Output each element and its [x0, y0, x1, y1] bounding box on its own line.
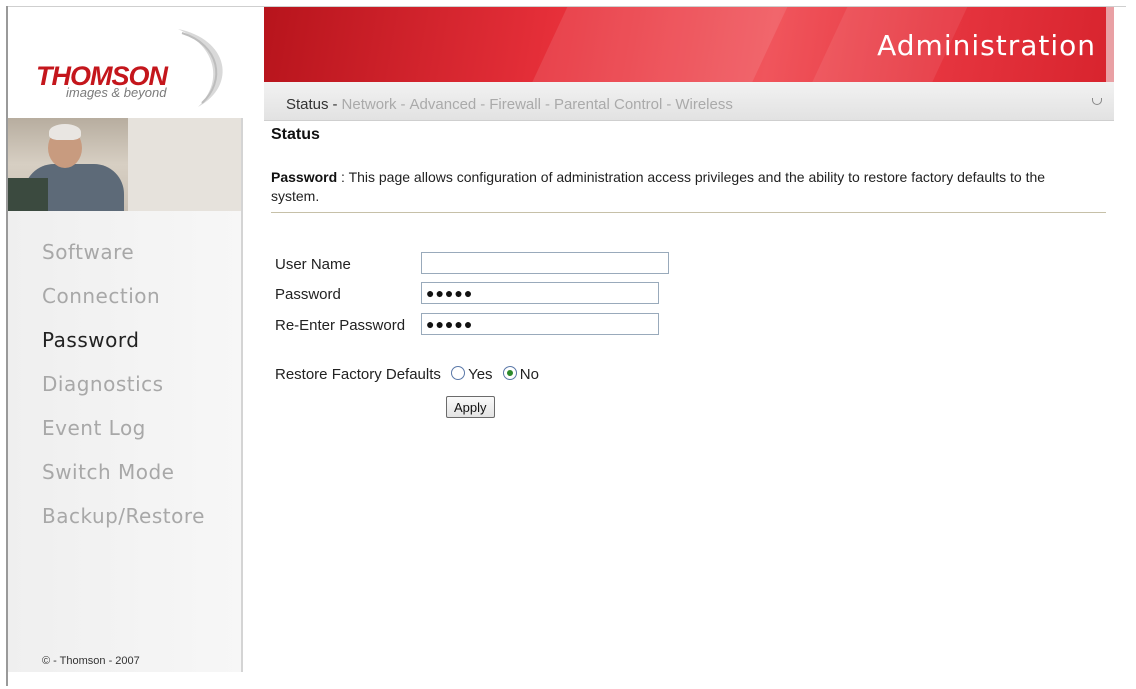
restore-defaults-label: Restore Factory Defaults [275, 366, 441, 383]
sidebar: Software Connection Password Diagnostics… [8, 118, 243, 672]
sidebar-item-connection[interactable]: Connection [42, 284, 205, 328]
tab-parental-control[interactable]: Parental Control [554, 96, 662, 113]
tab-wireless[interactable]: Wireless [675, 96, 733, 113]
sidebar-item-diagnostics[interactable]: Diagnostics [42, 372, 205, 416]
apply-button[interactable]: Apply [446, 396, 495, 418]
username-label: User Name [275, 256, 351, 273]
logo-tagline: images & beyond [66, 85, 167, 100]
restore-defaults-row: Restore Factory Defaults Yes No [275, 366, 539, 383]
tab-network[interactable]: Network [342, 96, 397, 113]
sidebar-menu: Software Connection Password Diagnostics… [42, 240, 205, 548]
copyright-text: © - Thomson - 2007 [42, 655, 140, 667]
sidebar-item-password[interactable]: Password [42, 328, 205, 372]
banner-edge [1106, 7, 1114, 82]
reenter-password-label: Re-Enter Password [275, 317, 406, 334]
header-banner: Administration [264, 7, 1106, 82]
sidebar-item-software[interactable]: Software [42, 240, 205, 284]
top-nav-bar: Status - Network - Advanced - Firewall - Parenta… [264, 82, 1114, 121]
sidebar-photo [8, 118, 241, 211]
thomson-swoosh-icon [178, 29, 223, 107]
sidebar-item-event-log[interactable]: Event Log [42, 416, 205, 460]
nav-separator: - [400, 96, 406, 113]
tab-firewall[interactable]: Firewall [489, 96, 541, 113]
password-label: Password [275, 286, 341, 303]
top-nav: Status - Network - Advanced - Firewall - Parenta… [286, 96, 733, 113]
page-title: Administration [877, 29, 1096, 62]
logo-area: THOMSON images & beyond [8, 7, 264, 118]
banner-shine [511, 7, 797, 82]
tab-advanced[interactable]: Advanced [410, 96, 477, 113]
restore-no-radio[interactable] [502, 366, 517, 380]
nav-separator: - [480, 96, 486, 113]
password-field[interactable] [421, 282, 659, 304]
description-text: This page allows configuration of admini… [271, 169, 1046, 204]
description-separator: : [337, 169, 349, 185]
tab-status[interactable]: Status [286, 96, 329, 113]
sidebar-item-switch-mode[interactable]: Switch Mode [42, 460, 205, 504]
username-field[interactable] [421, 252, 669, 274]
description-title: Password [271, 169, 338, 185]
reenter-password-field[interactable] [421, 313, 659, 335]
restore-yes-label[interactable]: Yes [468, 366, 492, 383]
loading-spinner-icon [1092, 98, 1102, 105]
restore-yes-radio[interactable] [451, 366, 466, 380]
nav-separator: - [544, 96, 550, 113]
section-heading: Status [271, 126, 320, 143]
nav-separator: - [666, 96, 672, 113]
restore-no-label[interactable]: No [520, 366, 539, 383]
sidebar-item-backup-restore[interactable]: Backup/Restore [42, 504, 205, 548]
page-description: Password : This page allows configuratio… [271, 168, 1071, 206]
divider [271, 212, 1106, 213]
nav-separator: - [332, 96, 338, 113]
